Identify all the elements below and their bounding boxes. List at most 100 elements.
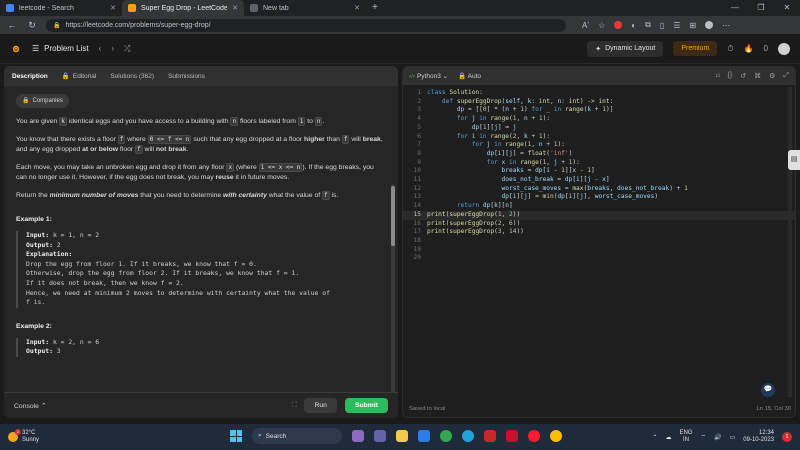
premium-button[interactable]: Premium xyxy=(673,41,718,56)
collections-icon[interactable]: ⊞ xyxy=(689,21,696,30)
windows-start-icon[interactable] xyxy=(230,430,242,442)
new-tab-button[interactable]: + xyxy=(366,0,384,16)
mcafee-icon[interactable] xyxy=(506,430,518,442)
list-icon: ☰ xyxy=(32,44,40,53)
chevron-up-icon[interactable]: ⌃ xyxy=(652,434,657,441)
browser-tab-search[interactable]: leetcode - Search ✕ xyxy=(0,0,122,16)
language-select[interactable]: ‹/› Python3 ⌄ xyxy=(409,72,448,80)
code-line: 7 for j in range(1, n + 1): xyxy=(417,141,565,149)
shuffle-icon[interactable]: ⤮ xyxy=(124,44,130,54)
example-2: Input: k = 2, n = 6 Output: 3 xyxy=(16,337,386,357)
tab-solutions[interactable]: Solutions (362) xyxy=(110,73,154,80)
favorite-star-icon[interactable]: ☆ xyxy=(598,21,605,30)
close-icon[interactable]: ✕ xyxy=(110,4,116,12)
braces-icon[interactable]: {} xyxy=(728,72,733,80)
editor-scrollbar[interactable] xyxy=(788,87,792,397)
lock-icon: 🔒 xyxy=(53,22,61,29)
teams-icon[interactable] xyxy=(374,430,386,442)
language-indicator[interactable]: ENG IN xyxy=(679,430,692,444)
minimize-icon[interactable]: — xyxy=(722,0,748,16)
opera-icon[interactable] xyxy=(528,430,540,442)
sun-icon: 1 xyxy=(8,429,21,442)
next-problem-icon[interactable]: › xyxy=(111,44,114,53)
browser-tab-leetcode[interactable]: Super Egg Drop - LeetCode ✕ xyxy=(122,0,244,16)
streak-icon[interactable]: 🔥 xyxy=(744,44,754,53)
store-icon[interactable] xyxy=(418,430,430,442)
close-icon[interactable]: ✕ xyxy=(232,4,238,12)
editor-toolbar: ‹/› Python3 ⌄ 🔒 Auto ⌑ {} ↺ ⌘ ⚙ ⤢ xyxy=(403,67,795,85)
browser-tab-strip: leetcode - Search ✕ Super Egg Drop - Lee… xyxy=(0,0,800,16)
code-icon: ‹/› xyxy=(409,73,416,80)
avatar[interactable] xyxy=(778,42,790,55)
example-1-title: Example 1: xyxy=(16,216,52,223)
code-line: 16 print(superEggDrop(2, 6)) xyxy=(413,219,521,227)
taskbar-search[interactable]: ⌕ Search xyxy=(252,428,342,444)
upload-icon[interactable]: ⛶ xyxy=(292,402,297,410)
edge-icon[interactable] xyxy=(462,430,474,442)
task-view-icon[interactable] xyxy=(352,430,364,442)
close-window-icon[interactable]: ✕ xyxy=(774,0,800,16)
notification-badge[interactable]: 1 xyxy=(782,432,792,442)
profile-avatar[interactable] xyxy=(705,21,714,29)
dynamic-layout-button[interactable]: ✦ Dynamic Layout xyxy=(587,40,664,57)
companies-badge[interactable]: 🔒 Companies xyxy=(16,94,69,108)
read-aloud-icon[interactable]: Aʼ xyxy=(582,21,589,30)
extension-red-icon[interactable] xyxy=(614,21,623,29)
address-bar[interactable]: 🔒 https://leetcode.com/problems/super-eg… xyxy=(46,18,566,32)
tab-label: Super Egg Drop - LeetCode xyxy=(141,4,228,12)
puzzle-icon[interactable]: ⧉ xyxy=(645,20,651,30)
tab-submissions[interactable]: Submissions xyxy=(168,73,205,80)
battery-icon[interactable]: ▭ xyxy=(730,434,736,441)
file-explorer-icon[interactable] xyxy=(396,430,408,442)
reset-icon[interactable]: ↺ xyxy=(740,72,746,80)
weather-widget[interactable]: 1 32°C Sunny xyxy=(8,429,39,444)
tab-description[interactable]: Description xyxy=(12,73,48,80)
chrome-icon[interactable] xyxy=(440,430,452,442)
clock[interactable]: 12:34 09-10-2023 xyxy=(743,430,774,444)
code-line: 11 does_not_break = dp[i][j - x] xyxy=(413,176,610,184)
back-icon[interactable]: ← xyxy=(6,20,18,30)
bing-icon xyxy=(6,4,14,12)
newtab-icon xyxy=(250,4,258,12)
code-line: 5 dp[1][j] = j xyxy=(417,123,517,131)
chat-help-icon[interactable]: 💬 xyxy=(761,383,775,397)
maximize-icon[interactable]: ❐ xyxy=(748,0,774,16)
auto-mode[interactable]: 🔒 Auto xyxy=(458,72,481,80)
security-icon[interactable] xyxy=(484,430,496,442)
sidebar-tab-icon[interactable]: ▤ xyxy=(788,150,800,170)
leetcode-header: ꙩ ☰ Problem List ‹ › ⤮ ✦ Dynamic Layout … xyxy=(0,34,800,64)
code-area[interactable]: 1 class Solution: 2 def superEggDrop(self… xyxy=(403,85,795,263)
lock-icon: 🔒 xyxy=(61,73,70,80)
settings-icon[interactable]: ⚙ xyxy=(769,72,775,80)
scrollbar-thumb[interactable] xyxy=(391,186,395,246)
wifi-icon[interactable]: ⌔ xyxy=(701,433,707,441)
more-options-icon[interactable]: ⋯ xyxy=(722,21,730,30)
bookmark-icon[interactable]: ⌑ xyxy=(716,72,720,80)
tab-label: leetcode - Search xyxy=(19,4,74,12)
chrome-alt-icon[interactable] xyxy=(550,430,562,442)
leetcode-logo-icon[interactable]: ꙩ xyxy=(10,43,22,55)
close-icon[interactable]: ✕ xyxy=(354,4,360,12)
problem-list-button[interactable]: ☰ Problem List xyxy=(32,44,89,53)
shortcut-icon[interactable]: ⌘ xyxy=(754,72,761,80)
console-toggle[interactable]: Console ⌃ xyxy=(14,402,47,410)
onedrive-icon[interactable]: ☁ xyxy=(665,434,671,441)
submit-button[interactable]: Submit xyxy=(344,398,388,413)
split-screen-icon[interactable]: ▯ xyxy=(660,21,664,30)
browser-tab-new[interactable]: New tab ✕ xyxy=(244,0,366,16)
fullscreen-icon[interactable]: ⤢ xyxy=(783,72,789,80)
description-scrollbar[interactable] xyxy=(391,184,395,418)
problem-list-label: Problem List xyxy=(44,44,89,53)
favorites-icon[interactable]: ☰ xyxy=(673,21,680,30)
paragraph-4: Return the minimum number of moves that … xyxy=(16,191,339,200)
run-button[interactable]: Run xyxy=(304,398,337,413)
timer-icon[interactable]: ⏱ xyxy=(727,44,733,54)
code-line-current: 15 print(superEggDrop(1, 2)) xyxy=(403,210,795,220)
extension-icon[interactable]: ◐ xyxy=(631,21,636,30)
description-tabs: Description 🔒 Editorial Solutions (362) S… xyxy=(4,66,398,86)
code-line: 6 for i in range(2, k + 1): xyxy=(417,132,551,140)
volume-icon[interactable]: 🔊 xyxy=(714,434,721,441)
reload-icon[interactable]: ↻ xyxy=(26,20,38,31)
tab-editorial[interactable]: 🔒 Editorial xyxy=(61,72,97,81)
prev-problem-icon[interactable]: ‹ xyxy=(99,44,102,53)
